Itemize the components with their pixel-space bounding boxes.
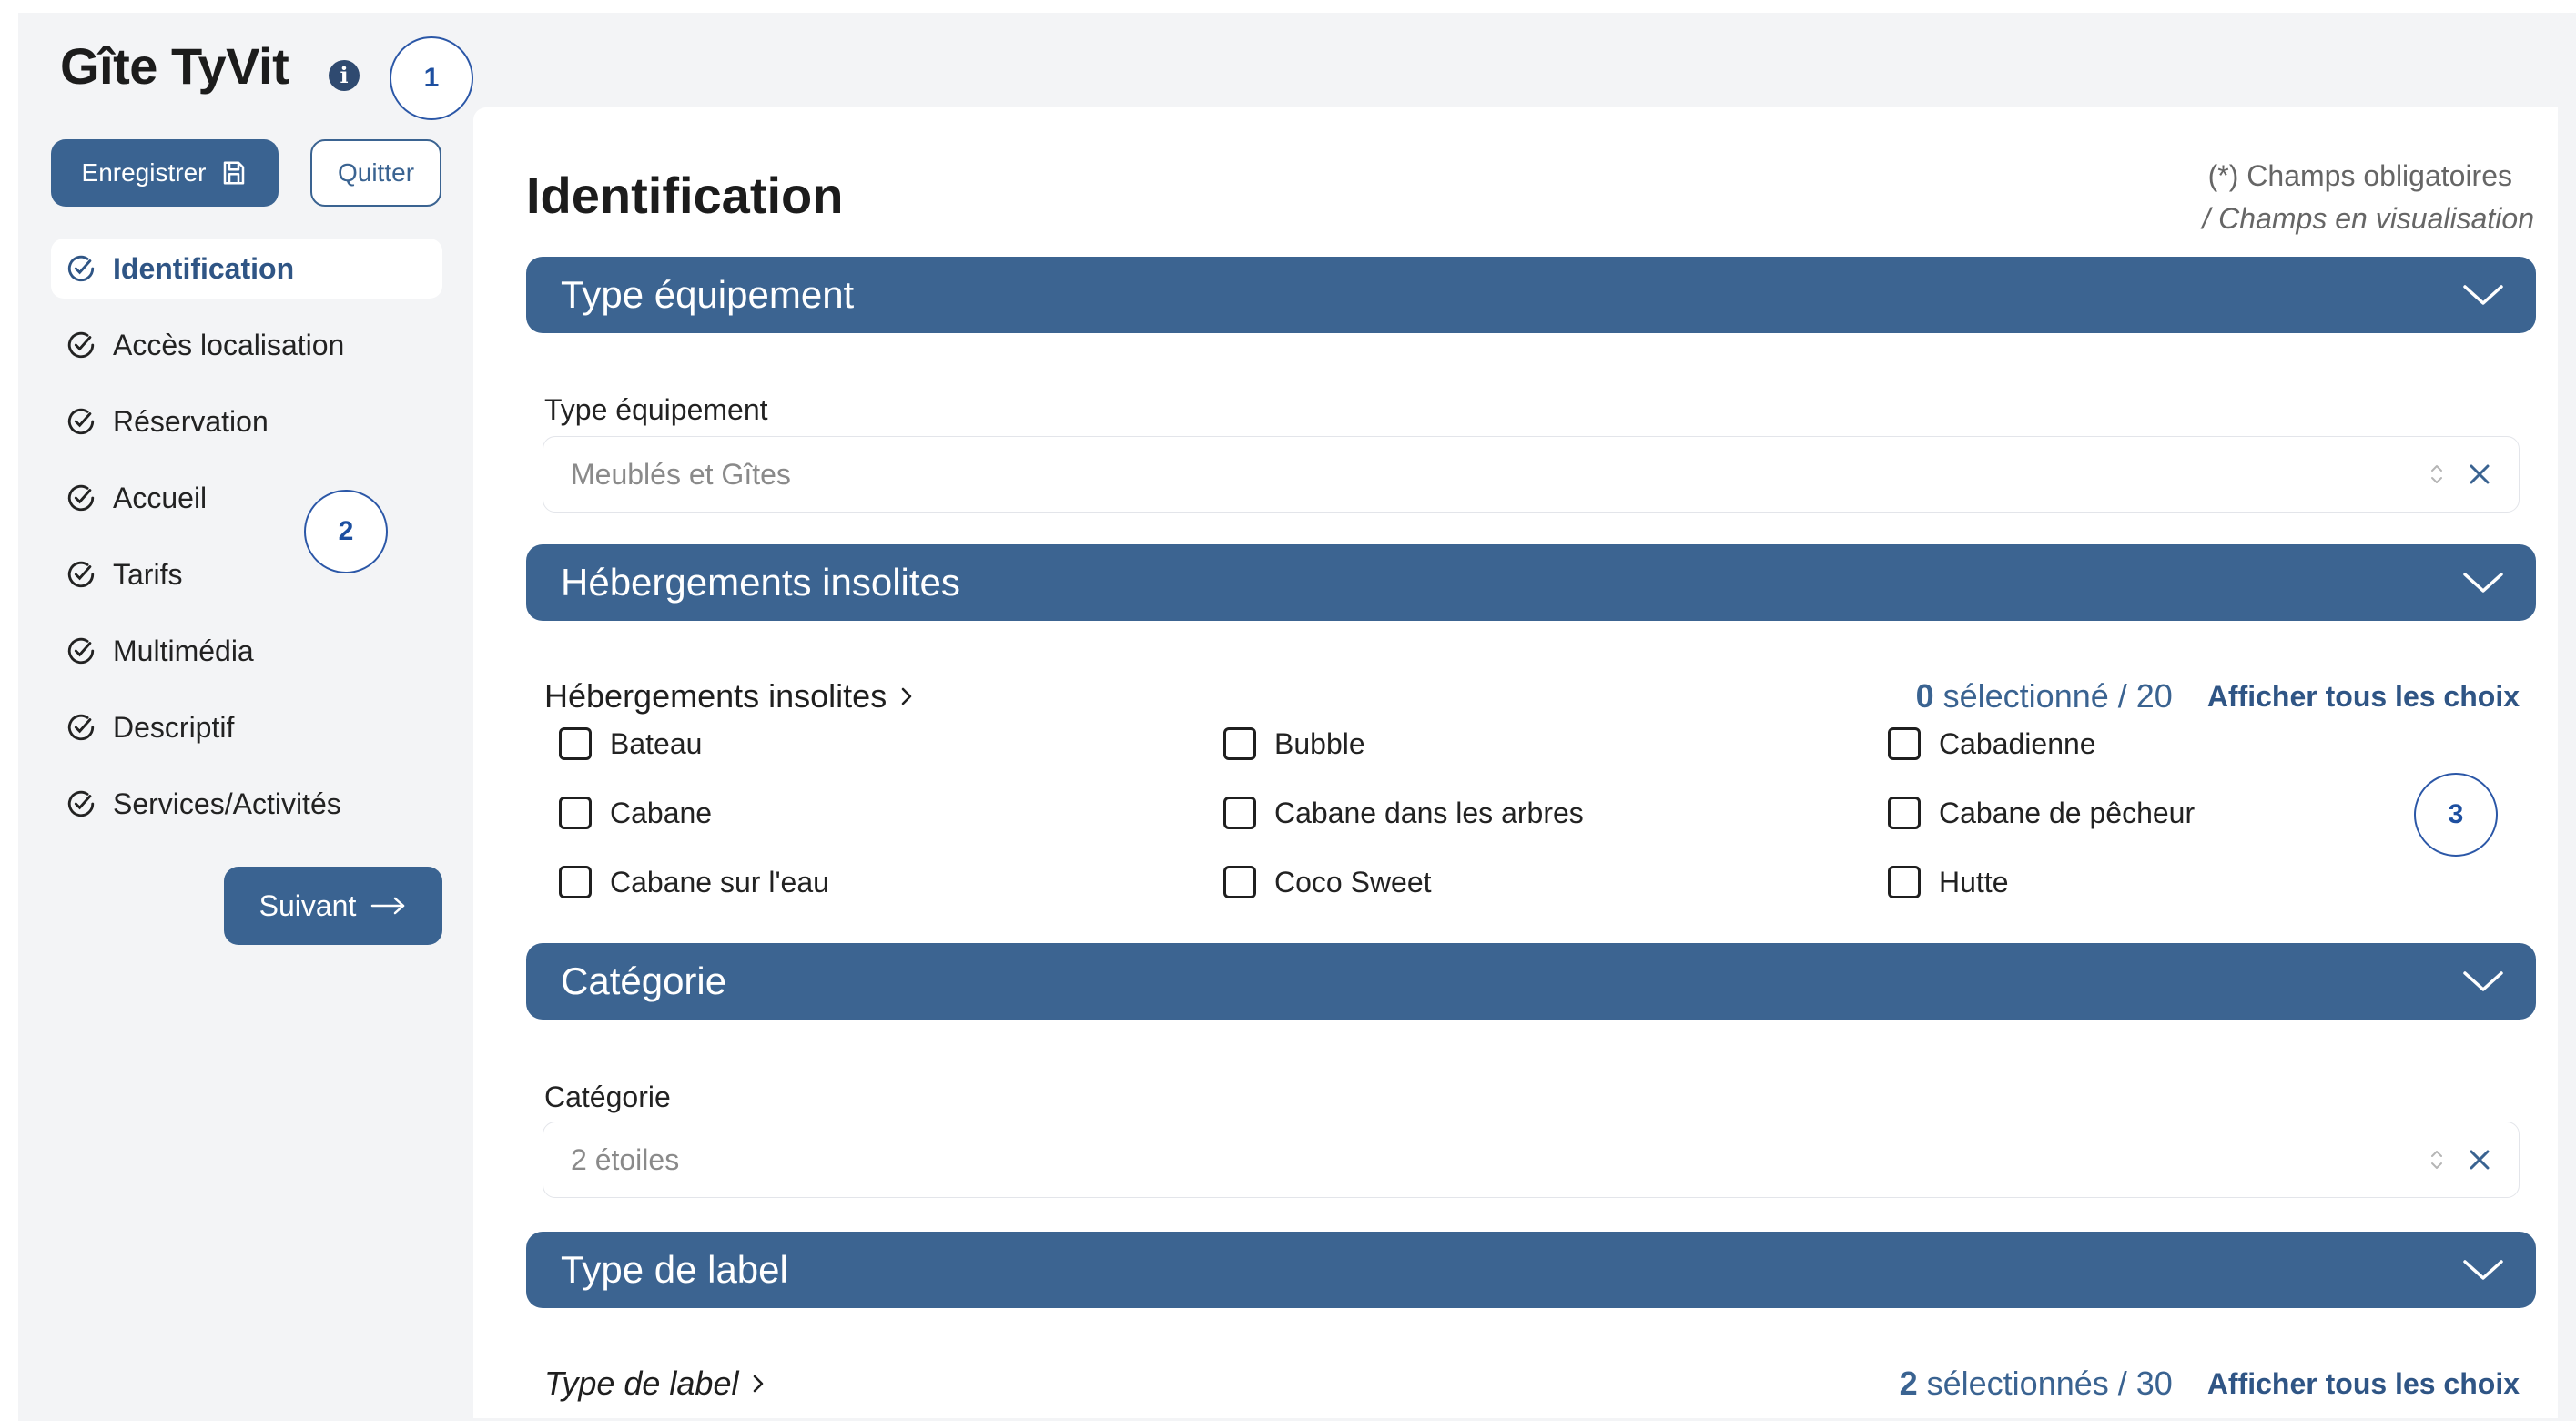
hebergements-group-title[interactable]: Hébergements insolites xyxy=(544,677,914,716)
selection-count: 0 sélectionné / 20 xyxy=(1915,677,2173,715)
check-circle-icon xyxy=(67,408,95,435)
section-header-categorie[interactable]: Catégorie xyxy=(526,943,2536,1020)
selection-count: 2 sélectionnés / 30 xyxy=(1899,1365,2173,1402)
checkbox-option[interactable]: Cabane xyxy=(559,796,1223,830)
check-circle-icon xyxy=(67,331,95,359)
chevron-down-icon xyxy=(2463,1260,2503,1280)
chevron-down-icon xyxy=(2463,573,2503,593)
sidebar-item-label: Identification xyxy=(113,251,295,285)
check-circle-icon xyxy=(67,790,95,817)
sidebar-item-reservation[interactable]: Réservation xyxy=(51,391,442,452)
check-circle-icon xyxy=(67,561,95,588)
hebergements-group-header: Hébergements insolites 0 sélectionné / 2… xyxy=(544,677,2520,716)
sidebar-item-descriptif[interactable]: Descriptif xyxy=(51,697,442,757)
arrow-right-icon xyxy=(371,897,405,915)
type-equipement-label: Type équipement xyxy=(544,393,768,426)
type-equipement-select[interactable]: Meublés et Gîtes xyxy=(543,436,2520,513)
checkbox[interactable] xyxy=(559,866,592,898)
sidebar-item-label: Services/Activités xyxy=(113,787,341,820)
clear-icon[interactable] xyxy=(2468,1148,2491,1172)
sidebar-item-tarifs[interactable]: Tarifs xyxy=(51,544,442,604)
check-circle-icon xyxy=(67,484,95,512)
next-button-label: Suivant xyxy=(259,888,357,922)
chevron-right-icon xyxy=(901,687,912,705)
save-icon xyxy=(224,161,245,185)
checkbox-option[interactable]: Coco Sweet xyxy=(1223,865,1888,899)
checkbox-option[interactable]: Cabadienne xyxy=(1888,726,2434,761)
sidebar-item-multimedia[interactable]: Multimédia xyxy=(51,621,442,681)
group-label: Hébergements insolites xyxy=(544,677,887,715)
section-title: Catégorie xyxy=(561,959,727,1002)
sidebar-item-services-activites[interactable]: Services/Activités xyxy=(51,774,442,834)
checkbox[interactable] xyxy=(559,727,592,760)
section-header-hebergements[interactable]: Hébergements insolites xyxy=(526,544,2536,621)
save-button[interactable]: Enregistrer xyxy=(51,139,279,207)
sidebar-item-label: Accès localisation xyxy=(113,328,345,361)
show-all-choices-link[interactable]: Afficher tous les choix xyxy=(2207,680,2520,714)
type-label-group-title[interactable]: Type de label xyxy=(544,1365,766,1403)
section-header-type-equipement[interactable]: Type équipement xyxy=(526,257,2536,333)
select-value: Meublés et Gîtes xyxy=(571,457,791,491)
checkbox[interactable] xyxy=(1223,866,1256,898)
check-circle-icon xyxy=(67,637,95,665)
checkbox-option[interactable]: Bateau xyxy=(559,726,1223,761)
checkbox[interactable] xyxy=(1888,797,1921,829)
page-title: Identification xyxy=(526,167,844,224)
sidebar-item-label: Descriptif xyxy=(113,710,235,744)
sidebar-item-label: Multimédia xyxy=(113,634,254,667)
view-legend: / Champs en visualisation xyxy=(2202,202,2534,235)
checkbox-option[interactable]: Cabane de pêcheur xyxy=(1888,796,2434,830)
section-title: Hébergements insolites xyxy=(561,561,960,604)
show-all-choices-link[interactable]: Afficher tous les choix xyxy=(2207,1367,2520,1401)
clear-icon[interactable] xyxy=(2468,462,2491,486)
checkbox-option[interactable]: Cabane sur l'eau xyxy=(559,865,1223,899)
app-title: Gîte TyVit xyxy=(60,37,289,95)
check-circle-icon xyxy=(67,714,95,741)
hebergements-checkbox-grid: Bateau Bubble Cabadienne Cabane Cabane d… xyxy=(559,726,2434,899)
check-circle-icon xyxy=(67,255,95,282)
checkbox[interactable] xyxy=(559,797,592,829)
callout-marker: 3 xyxy=(2414,773,2498,857)
checkbox[interactable] xyxy=(1223,727,1256,760)
categorie-label: Catégorie xyxy=(544,1081,671,1113)
checkbox-option[interactable]: Hutte xyxy=(1888,865,2434,899)
section-title: Type équipement xyxy=(561,273,855,316)
callout-marker: 1 xyxy=(390,36,473,120)
chevron-down-icon xyxy=(2463,971,2503,991)
categorie-select[interactable]: 2 étoiles xyxy=(543,1122,2520,1198)
sidebar-item-label: Accueil xyxy=(113,481,208,514)
checkbox[interactable] xyxy=(1888,866,1921,898)
section-title: Type de label xyxy=(561,1248,788,1291)
sort-arrows-icon xyxy=(2431,465,2442,483)
section-header-type-label[interactable]: Type de label xyxy=(526,1232,2536,1308)
chevron-down-icon xyxy=(2463,285,2503,305)
sort-arrows-icon xyxy=(2431,1151,2442,1169)
checkbox-option[interactable]: Cabane dans les arbres xyxy=(1223,796,1888,830)
required-legend: (*) Champs obligatoires xyxy=(2207,159,2512,192)
sidebar-item-label: Tarifs xyxy=(113,557,183,591)
select-value: 2 étoiles xyxy=(571,1142,680,1176)
sidebar-item-acces-localisation[interactable]: Accès localisation xyxy=(51,315,442,375)
next-button[interactable]: Suivant xyxy=(224,867,442,945)
chevron-right-icon xyxy=(754,1375,764,1393)
save-button-label: Enregistrer xyxy=(81,158,207,187)
checkbox[interactable] xyxy=(1223,797,1256,829)
info-icon[interactable]: i xyxy=(329,60,360,91)
checkbox[interactable] xyxy=(1888,727,1921,760)
checkbox-option[interactable]: Bubble xyxy=(1223,726,1888,761)
type-label-group-header: Type de label 2 sélectionnés / 30 Affich… xyxy=(544,1365,2520,1403)
sidebar-item-identification[interactable]: Identification xyxy=(51,239,442,299)
callout-marker: 2 xyxy=(304,490,388,573)
quit-button[interactable]: Quitter xyxy=(310,139,441,207)
group-label: Type de label xyxy=(544,1365,739,1402)
sidebar-item-label: Réservation xyxy=(113,404,269,438)
